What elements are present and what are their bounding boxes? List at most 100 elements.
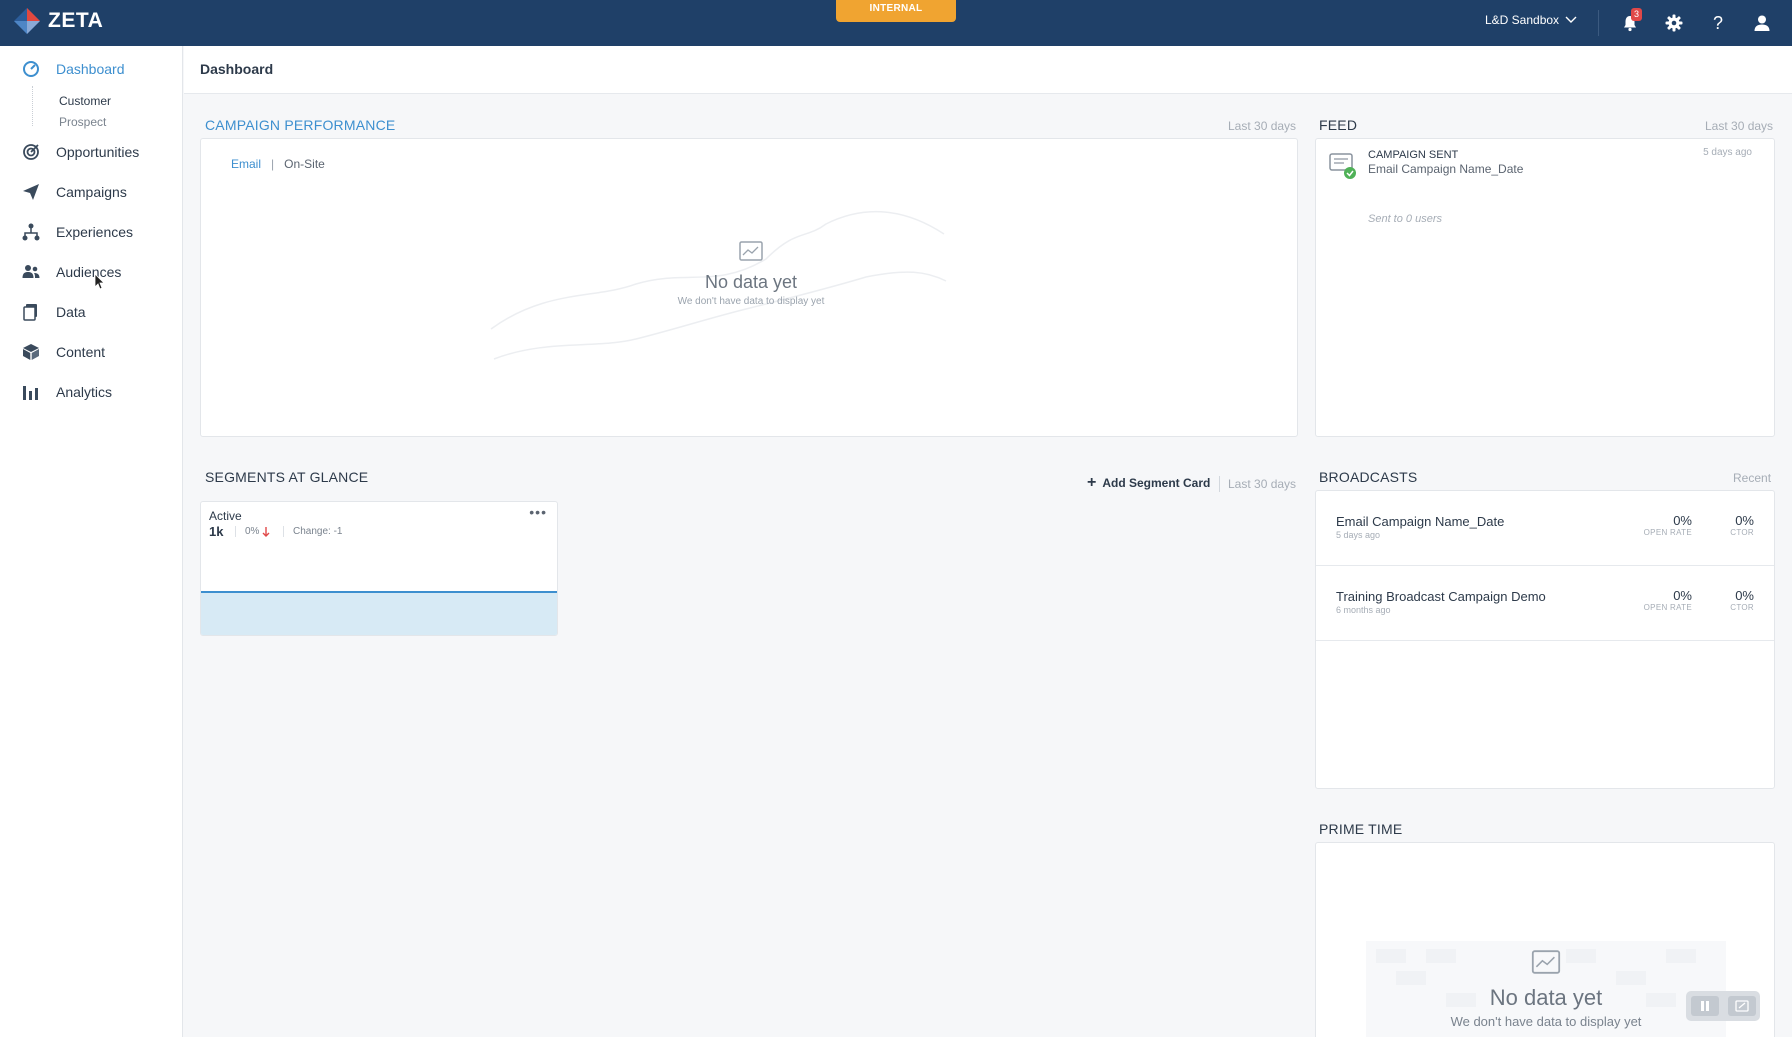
broadcast-name: Email Campaign Name_Date [1336,514,1505,529]
open-rate-label: OPEN RATE [1643,528,1692,537]
dashboard-subnav: Customer Prospect [32,86,111,129]
zeta-logo-icon [14,8,40,34]
open-rate-label: OPEN RATE [1643,603,1692,612]
network-icon [22,223,40,241]
segment-change: Change: -1 [293,526,343,537]
empty-state-subtitle: We don't have data to display yet [1450,1014,1642,1029]
broadcast-time: 6 months ago [1336,605,1391,615]
segment-card[interactable]: Active ••• 1k 0% Change: -1 [200,501,558,636]
sidebar-item-experiences[interactable]: Experiences [22,223,133,241]
environment-badge: INTERNAL [836,0,956,22]
sidebar-item-dashboard[interactable]: Dashboard [22,60,125,78]
tenant-switcher[interactable]: L&D Sandbox [1485,13,1577,27]
user-profile-button[interactable] [1749,10,1775,36]
feed-item-detail: Sent to 0 users [1368,213,1442,225]
topbar-divider [1598,10,1599,36]
add-segment-card-button[interactable]: + Add Segment Card [1087,474,1210,491]
broadcast-open-rate: 0% OPEN RATE [1644,588,1692,612]
brand-logo[interactable]: ZETA [12,6,103,36]
open-rate-value: 0% [1673,513,1692,528]
tab-on-site[interactable]: On-Site [284,157,325,171]
top-bar: ZETA INTERNAL L&D Sandbox 3 ? [0,0,1792,46]
sidebar-item-analytics[interactable]: Analytics [22,383,112,401]
subnav-item-customer[interactable]: Customer [59,94,111,108]
prime-time-title: PRIME TIME [1319,821,1403,837]
sidebar-item-label: Analytics [56,384,113,400]
bar-chart-icon [22,383,40,401]
campaign-sent-icon [1329,153,1356,179]
broadcast-ctor: 0% CTOR [1730,588,1754,612]
chart-image-icon [739,241,763,261]
target-icon [22,143,40,161]
edit-button[interactable] [1727,996,1756,1016]
subnav-item-prospect[interactable]: Prospect [59,115,106,129]
gear-icon [1665,14,1683,32]
chevron-down-icon [1565,16,1577,23]
page-header: Dashboard [184,46,1792,94]
tab-email[interactable]: Email [231,157,261,171]
chart-image-icon [1531,950,1561,974]
broadcasts-card: Email Campaign Name_Date 5 days ago 0% O… [1315,490,1775,789]
sidebar-item-opportunities[interactable]: Opportunities [22,143,139,161]
segments-header-divider [1219,476,1220,492]
ctor-value: 0% [1735,513,1754,528]
question-mark-icon: ? [1712,12,1723,33]
campaign-empty-state: No data yet We don't have data to displa… [651,241,851,307]
notification-count-badge: 3 [1631,8,1643,21]
brand-name: ZETA [48,9,104,32]
sidebar-item-audiences[interactable]: Audiences [22,263,121,281]
settings-button[interactable] [1661,10,1687,36]
segment-percent-value: 0% [245,526,260,537]
pause-icon [1700,1001,1709,1011]
sidebar: Dashboard Customer Prospect Opportunitie… [0,46,183,1037]
feed-card: CAMPAIGN SENT Email Campaign Name_Date 5… [1315,138,1775,437]
campaign-performance-card: Email | On-Site No data yet We don't hav… [200,138,1298,437]
broadcast-ctor: 0% CTOR [1730,513,1754,537]
campaign-channel-tabs: Email | On-Site [231,157,325,171]
empty-state-title: No data yet [1489,985,1603,1010]
feed-item-name: Email Campaign Name_Date [1368,162,1524,176]
sidebar-item-label: Dashboard [56,61,125,77]
user-icon [1754,15,1770,31]
segment-trend-area [201,591,557,635]
segments-range: Last 30 days [1228,477,1297,491]
segment-percent: 0% [245,526,270,537]
sidebar-item-label: Opportunities [56,144,140,160]
feed-item[interactable]: CAMPAIGN SENT Email Campaign Name_Date 5… [1316,139,1774,239]
broadcast-name: Training Broadcast Campaign Demo [1336,589,1546,604]
help-button[interactable]: ? [1705,10,1731,36]
sidebar-item-label: Data [56,304,86,320]
feed-range: Last 30 days [1705,119,1774,133]
campaign-performance-range: Last 30 days [1228,119,1297,133]
feed-item-type: CAMPAIGN SENT [1368,149,1459,161]
sidebar-item-campaigns[interactable]: Campaigns [22,183,127,201]
segment-label: Active [209,509,242,523]
segment-stat-divider [283,526,284,537]
box-icon [22,343,40,361]
sidebar-item-content[interactable]: Content [22,343,105,361]
database-icon [22,303,40,321]
more-options-icon[interactable]: ••• [529,504,547,520]
gauge-icon [22,60,40,78]
broadcast-row[interactable]: Email Campaign Name_Date 5 days ago 0% O… [1316,491,1774,566]
broadcasts-title: BROADCASTS [1319,469,1418,485]
users-icon [22,263,40,281]
empty-state-subtitle: We don't have data to display yet [677,296,825,307]
page-title: Dashboard [200,61,274,77]
campaign-performance-title: CAMPAIGN PERFORMANCE [205,117,396,133]
sidebar-item-label: Campaigns [56,184,127,200]
broadcast-row[interactable]: Training Broadcast Campaign Demo 6 month… [1316,566,1774,641]
mouse-cursor-icon [95,274,105,290]
plus-icon: + [1087,474,1097,491]
notifications-button[interactable]: 3 [1617,8,1643,36]
segments-title: SEGMENTS AT GLANCE [205,469,369,485]
prime-time-empty-state: No data yet We don't have data to displa… [1426,950,1666,1029]
feed-item-time: 5 days ago [1703,147,1752,158]
broadcast-open-rate: 0% OPEN RATE [1644,513,1692,537]
sidebar-item-label: Audiences [56,264,122,280]
tab-separator: | [271,157,275,171]
edit-icon [1734,1000,1749,1012]
pause-button[interactable] [1690,996,1719,1016]
sidebar-item-data[interactable]: Data [22,303,86,321]
paper-plane-icon [22,183,40,201]
